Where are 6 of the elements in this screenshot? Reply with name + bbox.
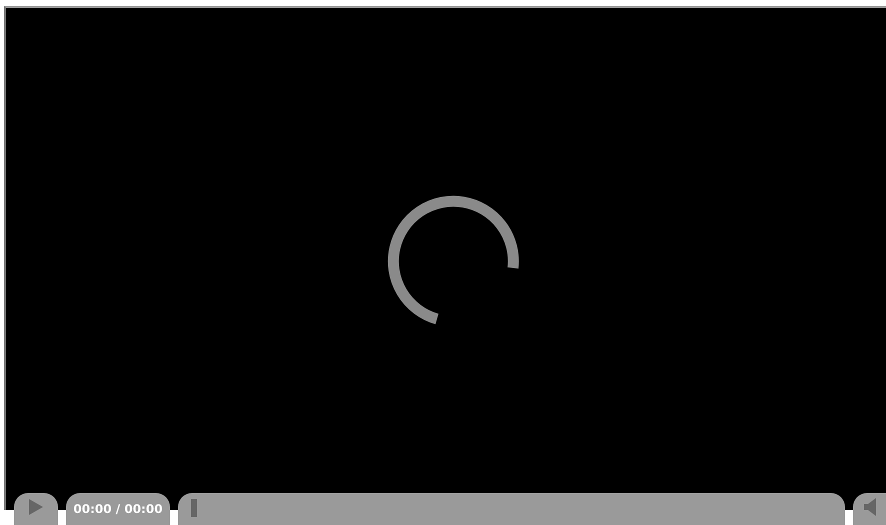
play-icon [29,499,43,515]
speaker-icon [864,498,876,516]
volume-button[interactable] [853,493,886,525]
play-button[interactable] [14,493,58,525]
progress-handle[interactable] [190,499,197,517]
time-display: 00:00 / 00:00 [66,493,170,525]
